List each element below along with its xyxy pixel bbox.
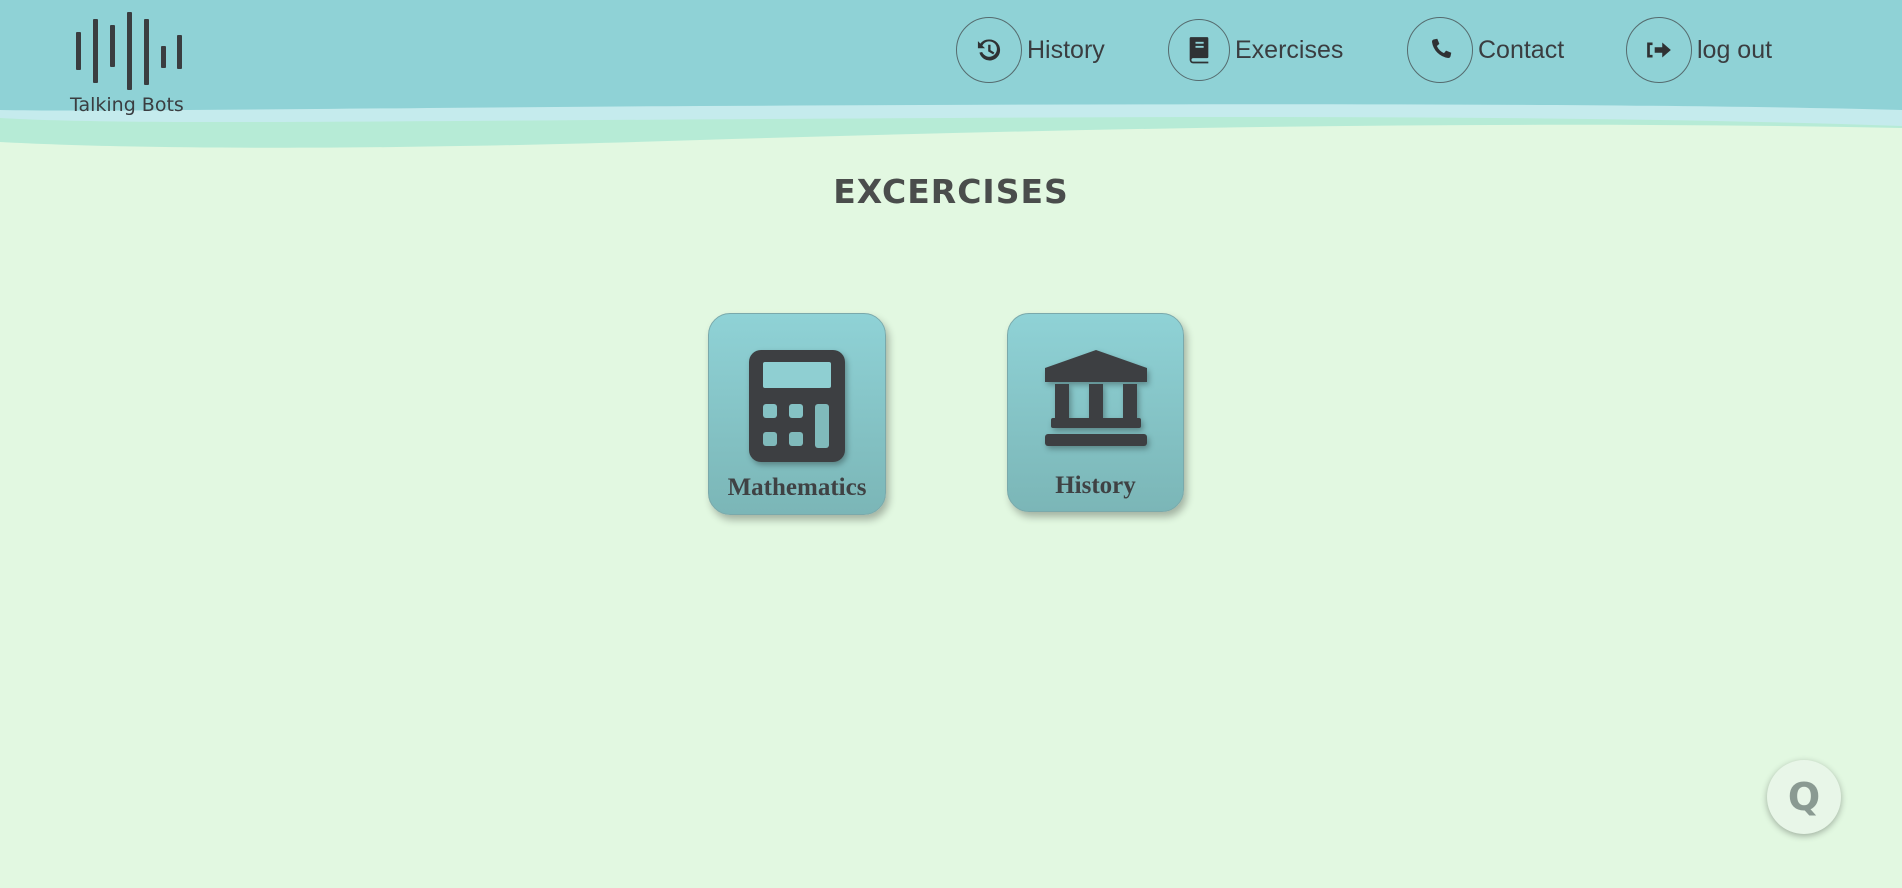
landmark-icon-wrapper: [1008, 348, 1183, 458]
exercise-card-mathematics[interactable]: Mathematics: [708, 313, 886, 515]
nav-logout-label: log out: [1697, 35, 1773, 64]
page-title: EXCERCISES: [833, 172, 1069, 211]
nav-contact-icon-circle[interactable]: [1407, 17, 1473, 83]
logout-arrow-icon: [1647, 42, 1671, 58]
brand-name: Talking Bots: [70, 94, 184, 116]
calculator-icon: [749, 350, 845, 462]
nav-logout-icon-circle[interactable]: [1626, 17, 1692, 83]
nav-exercises-icon-circle[interactable]: [1168, 19, 1230, 81]
exercise-card-history[interactable]: History: [1007, 313, 1184, 512]
exercise-card-mathematics-label: Mathematics: [727, 474, 867, 501]
nav-history-label: History: [1027, 35, 1105, 64]
nav-exercises[interactable]: Exercises: [1168, 17, 1343, 83]
nav-exercises-label: Exercises: [1235, 35, 1344, 64]
nav-contact-label: Contact: [1478, 35, 1565, 64]
header: Talking Bots History Exercises Contact l…: [0, 0, 1902, 160]
history-clock-icon: [977, 39, 1001, 61]
landmark-icon: [1044, 350, 1147, 446]
nav-contact[interactable]: Contact: [1407, 17, 1564, 83]
nav-history[interactable]: History: [956, 17, 1105, 83]
nav-history-icon-circle[interactable]: [956, 17, 1022, 83]
nav-logout[interactable]: log out: [1626, 17, 1772, 83]
exercise-card-history-label: History: [1055, 472, 1136, 499]
q-assistant-icon: Q: [1787, 775, 1821, 819]
phone-icon: [1431, 38, 1452, 59]
calculator-icon-wrapper: [709, 348, 885, 464]
sound-bars-logo-icon: [76, 12, 182, 90]
brand-logo[interactable]: Talking Bots: [70, 10, 185, 120]
book-icon: [1189, 37, 1209, 64]
header-wave-background: [0, 0, 1902, 148]
assistant-fab-button[interactable]: Q: [1767, 760, 1841, 834]
